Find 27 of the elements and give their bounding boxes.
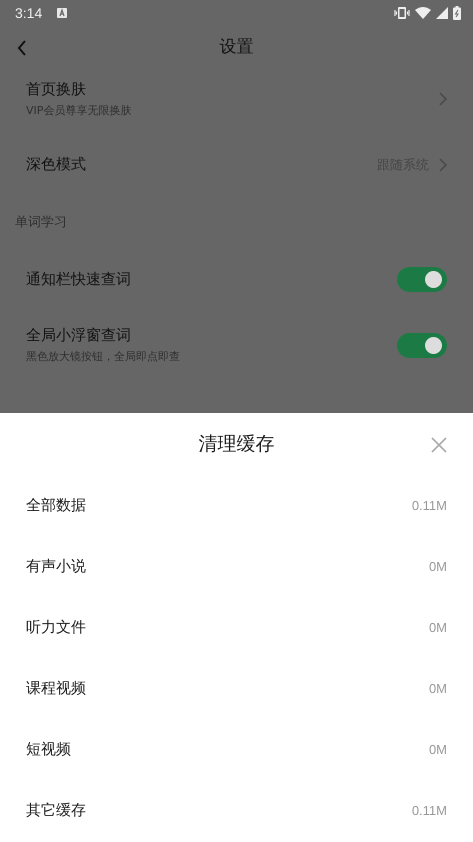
cache-size: 0.11M	[412, 498, 447, 513]
wifi-icon	[415, 7, 431, 19]
cache-item-label[interactable]: 课程视频	[26, 679, 86, 698]
cache-size: 0M	[428, 559, 447, 574]
section-header: 单词学习	[14, 214, 68, 232]
cache-size: 0M	[428, 681, 447, 696]
status-time: 3:14	[15, 5, 42, 21]
cache-item-label[interactable]: 有声小说	[26, 557, 86, 576]
cache-item-label[interactable]: 听力文件	[26, 618, 86, 637]
close-icon[interactable]	[431, 437, 447, 453]
signal-icon	[436, 7, 448, 19]
cache-size: 0M	[428, 620, 447, 635]
notification-icon	[57, 8, 68, 18]
vibrate-icon	[394, 7, 410, 19]
page-title: 设置	[220, 36, 254, 58]
toggle-switch[interactable]	[397, 267, 447, 292]
back-icon[interactable]	[17, 40, 27, 56]
cache-item-label[interactable]: 短视频	[26, 740, 71, 759]
battery-icon	[453, 6, 461, 20]
setting-description: VIP会员尊享无限换肤	[26, 103, 132, 118]
cache-size: 0.11M	[412, 803, 447, 818]
toggle-switch[interactable]	[397, 332, 447, 358]
cache-item-label[interactable]: 其它缓存	[26, 801, 86, 820]
cache-item-label[interactable]: 全部数据	[26, 496, 86, 515]
setting-description: 黑色放大镜按钮，全局即点即查	[26, 349, 181, 364]
cache-size: 0M	[428, 742, 447, 757]
sheet-title: 清理缓存	[198, 432, 274, 457]
